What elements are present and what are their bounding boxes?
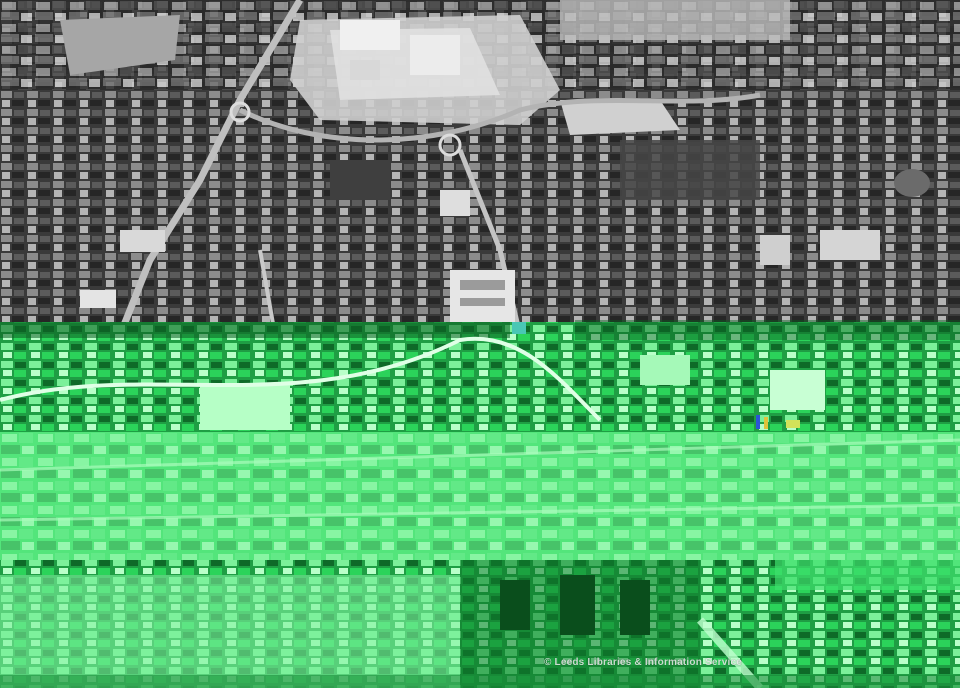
aerial-photo: © Leeds Libraries & Information Service [0, 0, 960, 688]
aerial-photo-canvas [0, 0, 960, 688]
photo-credit-watermark: © Leeds Libraries & Information Service [543, 657, 742, 668]
